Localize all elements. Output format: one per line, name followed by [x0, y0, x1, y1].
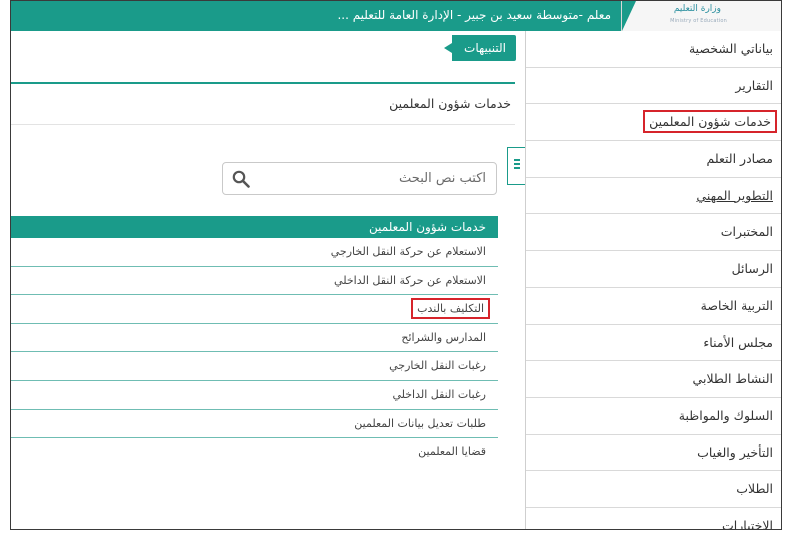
- sidebar: بياناتي الشخصية التقارير خدمات شؤون المع…: [525, 31, 781, 530]
- top-bar: معلم -متوسطة سعيد بن جبير - الإدارة العا…: [11, 1, 781, 31]
- sidebar-item-professional-development[interactable]: التطوير المهني: [526, 178, 781, 215]
- logo-subtext: Ministry of Education: [670, 18, 727, 24]
- service-item-external-transfer-wishes[interactable]: رغبات النقل الخارجي: [11, 352, 498, 381]
- alerts-row: التنبيهات: [11, 31, 524, 65]
- sidebar-item-teacher-affairs[interactable]: خدمات شؤون المعلمين: [526, 104, 781, 142]
- sidebar-item-label: التربية الخاصة: [700, 297, 773, 313]
- service-item-label: الاستعلام عن حركة النقل الخارجي: [330, 245, 486, 258]
- sidebar-item-exams[interactable]: الاختبارات: [526, 508, 781, 530]
- sidebar-item-label: التأخير والغياب: [697, 444, 773, 460]
- search-input[interactable]: [261, 163, 486, 194]
- ministry-logo[interactable]: وزارة التعليم Ministry of Education: [621, 1, 781, 31]
- sidebar-item-tardiness-absence[interactable]: التأخير والغياب: [526, 435, 781, 472]
- sidebar-item-label: النشاط الطلابي: [692, 371, 773, 387]
- service-item-internal-transfer-inquiry[interactable]: الاستعلام عن حركة النقل الداخلي: [11, 267, 498, 296]
- sidebar-item-labs[interactable]: المختبرات: [526, 214, 781, 252]
- sidebar-item-behavior-attendance[interactable]: السلوك والمواظبة: [526, 398, 781, 435]
- service-item-external-transfer-inquiry[interactable]: الاستعلام عن حركة النقل الخارجي: [11, 238, 498, 267]
- divider: [11, 124, 515, 125]
- sidebar-item-special-education[interactable]: التربية الخاصة: [526, 288, 781, 325]
- sidebar-item-label: مصادر التعلم: [706, 151, 773, 167]
- sidebar-item-messages[interactable]: الرسائل: [526, 251, 781, 288]
- sidebar-toggle-button[interactable]: [507, 147, 525, 185]
- sidebar-item-board-of-trustees[interactable]: مجلس الأمناء: [526, 325, 781, 362]
- service-item-label: المدارس والشرائح: [401, 330, 486, 344]
- sidebar-item-label: التطوير المهني: [696, 187, 773, 203]
- service-item-label: قضايا المعلمين: [418, 445, 486, 459]
- page-title: خدمات شؤون المعلمين: [389, 96, 511, 111]
- service-item-label: التكليف بالندب: [411, 298, 490, 320]
- service-item-schools-and-brackets[interactable]: المدارس والشرائح: [11, 324, 498, 353]
- sidebar-item-label: مجلس الأمناء: [703, 334, 773, 350]
- sidebar-item-student-activity[interactable]: النشاط الطلابي: [526, 361, 781, 398]
- sidebar-item-label: خدمات شؤون المعلمين: [643, 110, 777, 134]
- menu-icon: [513, 159, 520, 161]
- sidebar-item-label: الطلاب: [736, 481, 773, 497]
- sidebar-item-label: السلوك والمواظبة: [678, 407, 773, 423]
- service-item-teacher-cases[interactable]: قضايا المعلمين: [11, 438, 498, 467]
- sidebar-item-label: الرسائل: [731, 261, 773, 277]
- services-list: الاستعلام عن حركة النقل الخارجي الاستعلا…: [11, 238, 498, 467]
- app-window: معلم -متوسطة سعيد بن جبير - الإدارة العا…: [10, 0, 782, 530]
- sidebar-item-reports[interactable]: التقارير: [526, 68, 781, 105]
- service-item-label: رغبات النقل الداخلي: [392, 387, 486, 401]
- service-item-assignment[interactable]: التكليف بالندب: [11, 295, 498, 324]
- service-item-teacher-data-edit-requests[interactable]: طلبات تعديل بيانات المعلمين: [11, 410, 498, 439]
- service-item-label: طلبات تعديل بيانات المعلمين: [354, 416, 486, 430]
- sidebar-item-label: المختبرات: [720, 224, 773, 240]
- service-item-label: الاستعلام عن حركة النقل الداخلي: [334, 273, 486, 287]
- sidebar-item-learning-resources[interactable]: مصادر التعلم: [526, 141, 781, 178]
- search-box: [222, 162, 497, 195]
- alerts-tab[interactable]: التنبيهات: [444, 35, 516, 61]
- search-icon[interactable]: [232, 170, 250, 188]
- main-content: التنبيهات خدمات شؤون المعلمين خدمات شؤون…: [11, 31, 524, 529]
- service-item-label: رغبات النقل الخارجي: [389, 359, 486, 373]
- user-school-title: معلم -متوسطة سعيد بن جبير - الإدارة العا…: [337, 8, 611, 22]
- services-list-header: خدمات شؤون المعلمين: [11, 216, 498, 238]
- sidebar-item-label: التقارير: [735, 77, 773, 93]
- sidebar-item-students[interactable]: الطلاب: [526, 471, 781, 508]
- sidebar-item-personal-data[interactable]: بياناتي الشخصية: [526, 31, 781, 68]
- sidebar-item-label: الاختبارات: [722, 517, 773, 530]
- sidebar-item-label: بياناتي الشخصية: [688, 41, 773, 56]
- logo-text: وزارة التعليم: [673, 4, 721, 14]
- panel-top-border: [11, 82, 515, 84]
- service-item-internal-transfer-wishes[interactable]: رغبات النقل الداخلي: [11, 381, 498, 410]
